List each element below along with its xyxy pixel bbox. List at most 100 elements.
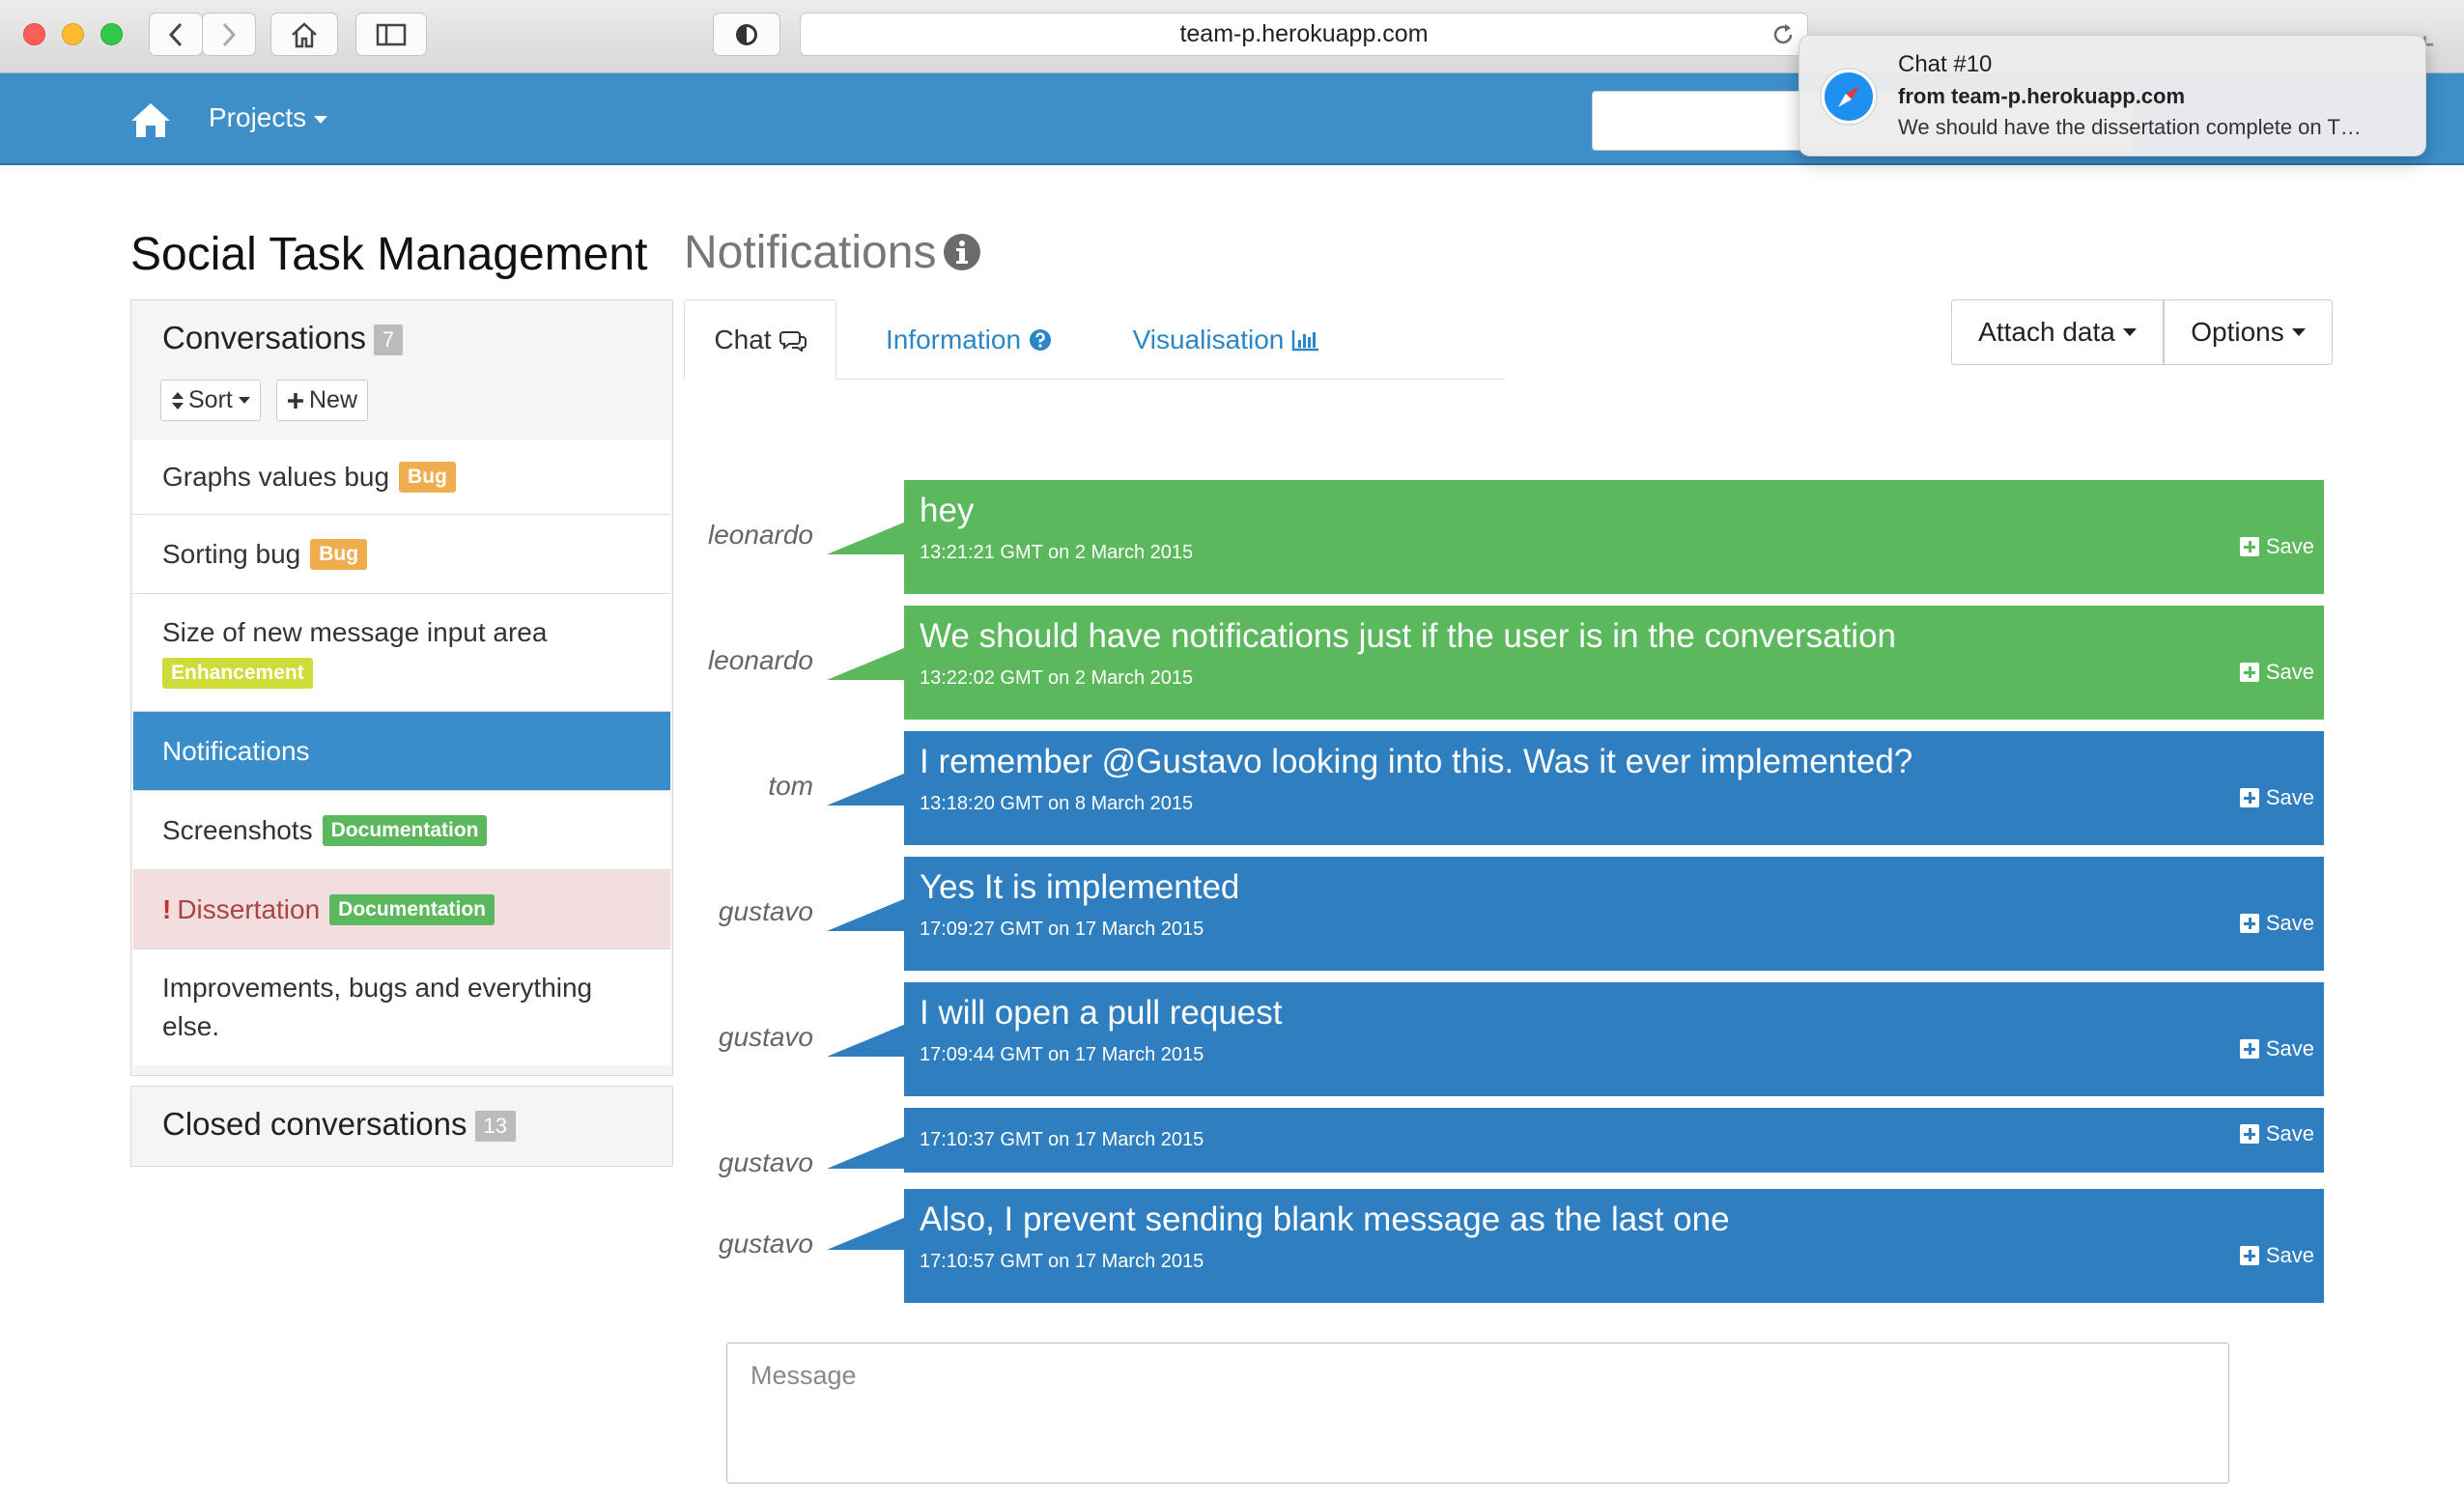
tab-information-label: Information xyxy=(885,324,1022,354)
tab-visualisation[interactable]: Visualisation xyxy=(1101,299,1352,380)
conversations-panel: Conversations 7 Sort New Graphs values bu… xyxy=(130,299,673,1076)
page-title: Social Task Management xyxy=(130,229,648,280)
notification-toast[interactable]: Chat #10 from team-p.herokuapp.com We sh… xyxy=(1798,35,2426,156)
save-message-button[interactable]: Save xyxy=(2239,1121,2314,1146)
sort-button[interactable]: Sort xyxy=(160,380,261,421)
save-message-button[interactable]: Save xyxy=(2239,911,2314,936)
message-text: Yes It is implemented xyxy=(920,868,1240,906)
plus-square-icon xyxy=(2239,914,2259,933)
plus-square-icon xyxy=(2239,1039,2259,1059)
save-label: Save xyxy=(2265,534,2314,558)
sort-icon xyxy=(172,391,184,410)
plus-square-icon xyxy=(2239,1124,2259,1144)
attach-data-button[interactable]: Attach data xyxy=(1951,299,2164,365)
close-window-button[interactable] xyxy=(23,23,45,45)
conversation-label: Notifications xyxy=(162,735,310,766)
conversation-label: Improvements, bugs and everything else. xyxy=(162,973,593,1041)
tab-chat[interactable]: Chat xyxy=(684,299,836,380)
conversation-item[interactable]: Improvements, bugs and everything else. xyxy=(133,949,670,1065)
privacy-button[interactable] xyxy=(713,13,780,56)
speech-tail xyxy=(827,522,906,554)
conversation-item[interactable]: Sorting bug Bug xyxy=(133,515,670,594)
conversation-item[interactable]: Screenshots Documentation xyxy=(133,791,670,870)
new-conversation-button[interactable]: New xyxy=(276,380,369,421)
save-message-button[interactable]: Save xyxy=(2239,534,2314,559)
conversation-label: Dissertation xyxy=(177,893,321,924)
sidebar-toggle-button[interactable] xyxy=(355,13,427,56)
message-author: leonardo xyxy=(708,645,813,675)
conversation-item[interactable]: Size of new message input area Enhanceme… xyxy=(133,594,670,712)
caret-down-icon xyxy=(314,115,328,124)
home-button[interactable] xyxy=(270,13,338,56)
message-author: leonardo xyxy=(708,520,813,550)
save-message-button[interactable]: Save xyxy=(2239,660,2314,685)
conversation-item-active[interactable]: Notifications xyxy=(133,712,670,791)
back-button[interactable] xyxy=(149,13,203,56)
chat-message: I will open a pull request 17:09:44 GMT … xyxy=(904,982,2324,1096)
conversation-tabs: Chat Information Visualisation xyxy=(684,299,1505,380)
speech-tail xyxy=(827,898,906,931)
tab-information[interactable]: Information xyxy=(858,299,1080,380)
save-label: Save xyxy=(2265,911,2314,935)
info-icon[interactable] xyxy=(943,233,981,271)
tab-visualisation-label: Visualisation xyxy=(1132,324,1285,354)
options-label: Options xyxy=(2191,317,2284,347)
message-timestamp: 13:22:02 GMT on 2 March 2015 xyxy=(920,667,1194,689)
address-bar[interactable]: team-p.herokuapp.com xyxy=(800,13,1808,56)
closed-conversations-panel[interactable]: Closed conversations 13 xyxy=(130,1086,673,1167)
tag-badge: Bug xyxy=(310,538,368,570)
caret-down-icon xyxy=(2291,328,2306,336)
conversation-label: Size of new message input area xyxy=(162,616,548,647)
plus-square-icon xyxy=(2239,537,2259,556)
closed-count-badge: 13 xyxy=(474,1111,516,1143)
chevron-right-icon xyxy=(222,22,237,46)
conversations-count-badge: 7 xyxy=(373,325,404,356)
caret-down-icon xyxy=(2122,328,2137,336)
zoom-window-button[interactable] xyxy=(100,23,123,45)
tab-chat-label: Chat xyxy=(714,324,772,354)
save-message-button[interactable]: Save xyxy=(2239,1243,2314,1268)
comments-icon xyxy=(779,330,807,352)
conversations-title: Conversations xyxy=(162,320,366,355)
message-text: hey xyxy=(920,492,975,529)
new-label: New xyxy=(309,386,358,413)
save-label: Save xyxy=(2265,785,2314,809)
bar-chart-icon xyxy=(1292,329,1319,351)
minimize-window-button[interactable] xyxy=(62,23,84,45)
tag-badge: Documentation xyxy=(329,893,496,925)
options-button[interactable]: Options xyxy=(2164,299,2333,365)
message-author: gustavo xyxy=(718,1022,813,1052)
home-icon[interactable] xyxy=(129,100,172,139)
shield-icon xyxy=(736,23,757,45)
message-timestamp: 17:10:57 GMT on 17 March 2015 xyxy=(920,1251,1204,1272)
forward-button[interactable] xyxy=(202,13,256,56)
message-author: gustavo xyxy=(718,1229,813,1259)
sidebar-icon xyxy=(376,23,407,45)
conversation-label: Sorting bug xyxy=(162,538,301,569)
chevron-left-icon xyxy=(168,22,183,46)
message-timestamp: 17:10:37 GMT on 17 March 2015 xyxy=(920,1129,1204,1150)
message-author: gustavo xyxy=(718,1147,813,1177)
plus-square-icon xyxy=(2239,1246,2259,1265)
speech-tail xyxy=(827,1136,906,1169)
conversation-item[interactable]: Graphs values bug Bug xyxy=(133,440,670,515)
home-icon xyxy=(292,21,317,47)
save-label: Save xyxy=(2265,660,2314,684)
chat-message-empty: 17:10:37 GMT on 17 March 2015 Save xyxy=(904,1108,2324,1173)
safari-compass-icon xyxy=(1820,68,1878,126)
message-author: gustavo xyxy=(718,896,813,926)
sort-label: Sort xyxy=(188,386,233,413)
message-text: We should have notifications just if the… xyxy=(920,617,1897,655)
message-timestamp: 17:09:27 GMT on 17 March 2015 xyxy=(920,919,1204,940)
chat-message: Yes It is implemented 17:09:27 GMT on 17… xyxy=(904,857,2324,971)
speech-tail xyxy=(827,1024,906,1057)
speech-tail xyxy=(827,773,906,806)
projects-dropdown[interactable]: Projects xyxy=(209,102,328,133)
closed-conversations-title: Closed conversations xyxy=(162,1106,467,1142)
conversation-item-urgent[interactable]: ! Dissertation Documentation xyxy=(133,870,670,949)
save-message-button[interactable]: Save xyxy=(2239,1036,2314,1061)
reload-icon[interactable] xyxy=(1770,21,1797,48)
message-input[interactable] xyxy=(726,1343,2229,1484)
conversation-label: Graphs values bug xyxy=(162,462,390,492)
save-message-button[interactable]: Save xyxy=(2239,785,2314,810)
